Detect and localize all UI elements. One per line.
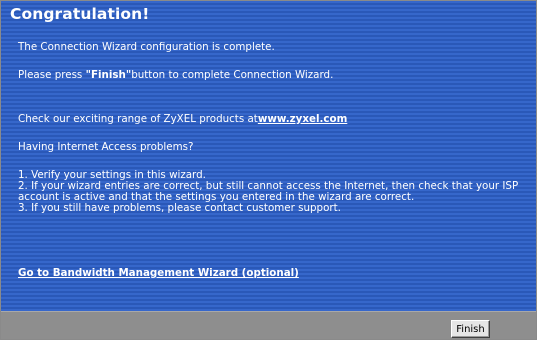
troubleshooting-steps: 1. Verify your settings in this wizard. … bbox=[18, 170, 530, 214]
problems-heading: Having Internet Access problems? bbox=[18, 141, 194, 153]
troubleshooting-step: 2. If your wizard entries are correct, b… bbox=[18, 180, 519, 203]
button-bar: Finish bbox=[1, 311, 536, 339]
products-message-text: Check our exciting range of ZyXEL produc… bbox=[18, 113, 258, 125]
page-title: Congratulation! bbox=[10, 5, 150, 23]
products-message: Check our exciting range of ZyXEL produc… bbox=[18, 113, 347, 126]
bandwidth-wizard-link[interactable]: Go to Bandwidth Management Wizard (optio… bbox=[18, 267, 299, 279]
zyxel-website-link[interactable]: www.zyxel.com bbox=[258, 113, 347, 125]
wizard-panel: Congratulation! The Connection Wizard co… bbox=[0, 0, 537, 340]
finish-instruction-suffix: button to complete Connection Wizard. bbox=[131, 69, 334, 81]
wizard-content: Congratulation! The Connection Wizard co… bbox=[1, 1, 536, 311]
finish-instruction-prefix: Please press bbox=[18, 69, 86, 81]
finish-button[interactable]: Finish bbox=[451, 320, 490, 338]
finish-instruction: Please press "Finish"button to complete … bbox=[18, 69, 334, 82]
troubleshooting-step: 3. If you still have problems, please co… bbox=[18, 202, 341, 214]
bandwidth-wizard-row: Go to Bandwidth Management Wizard (optio… bbox=[18, 267, 299, 280]
finish-instruction-button-name: "Finish" bbox=[85, 69, 132, 81]
complete-message: The Connection Wizard configuration is c… bbox=[18, 41, 275, 53]
